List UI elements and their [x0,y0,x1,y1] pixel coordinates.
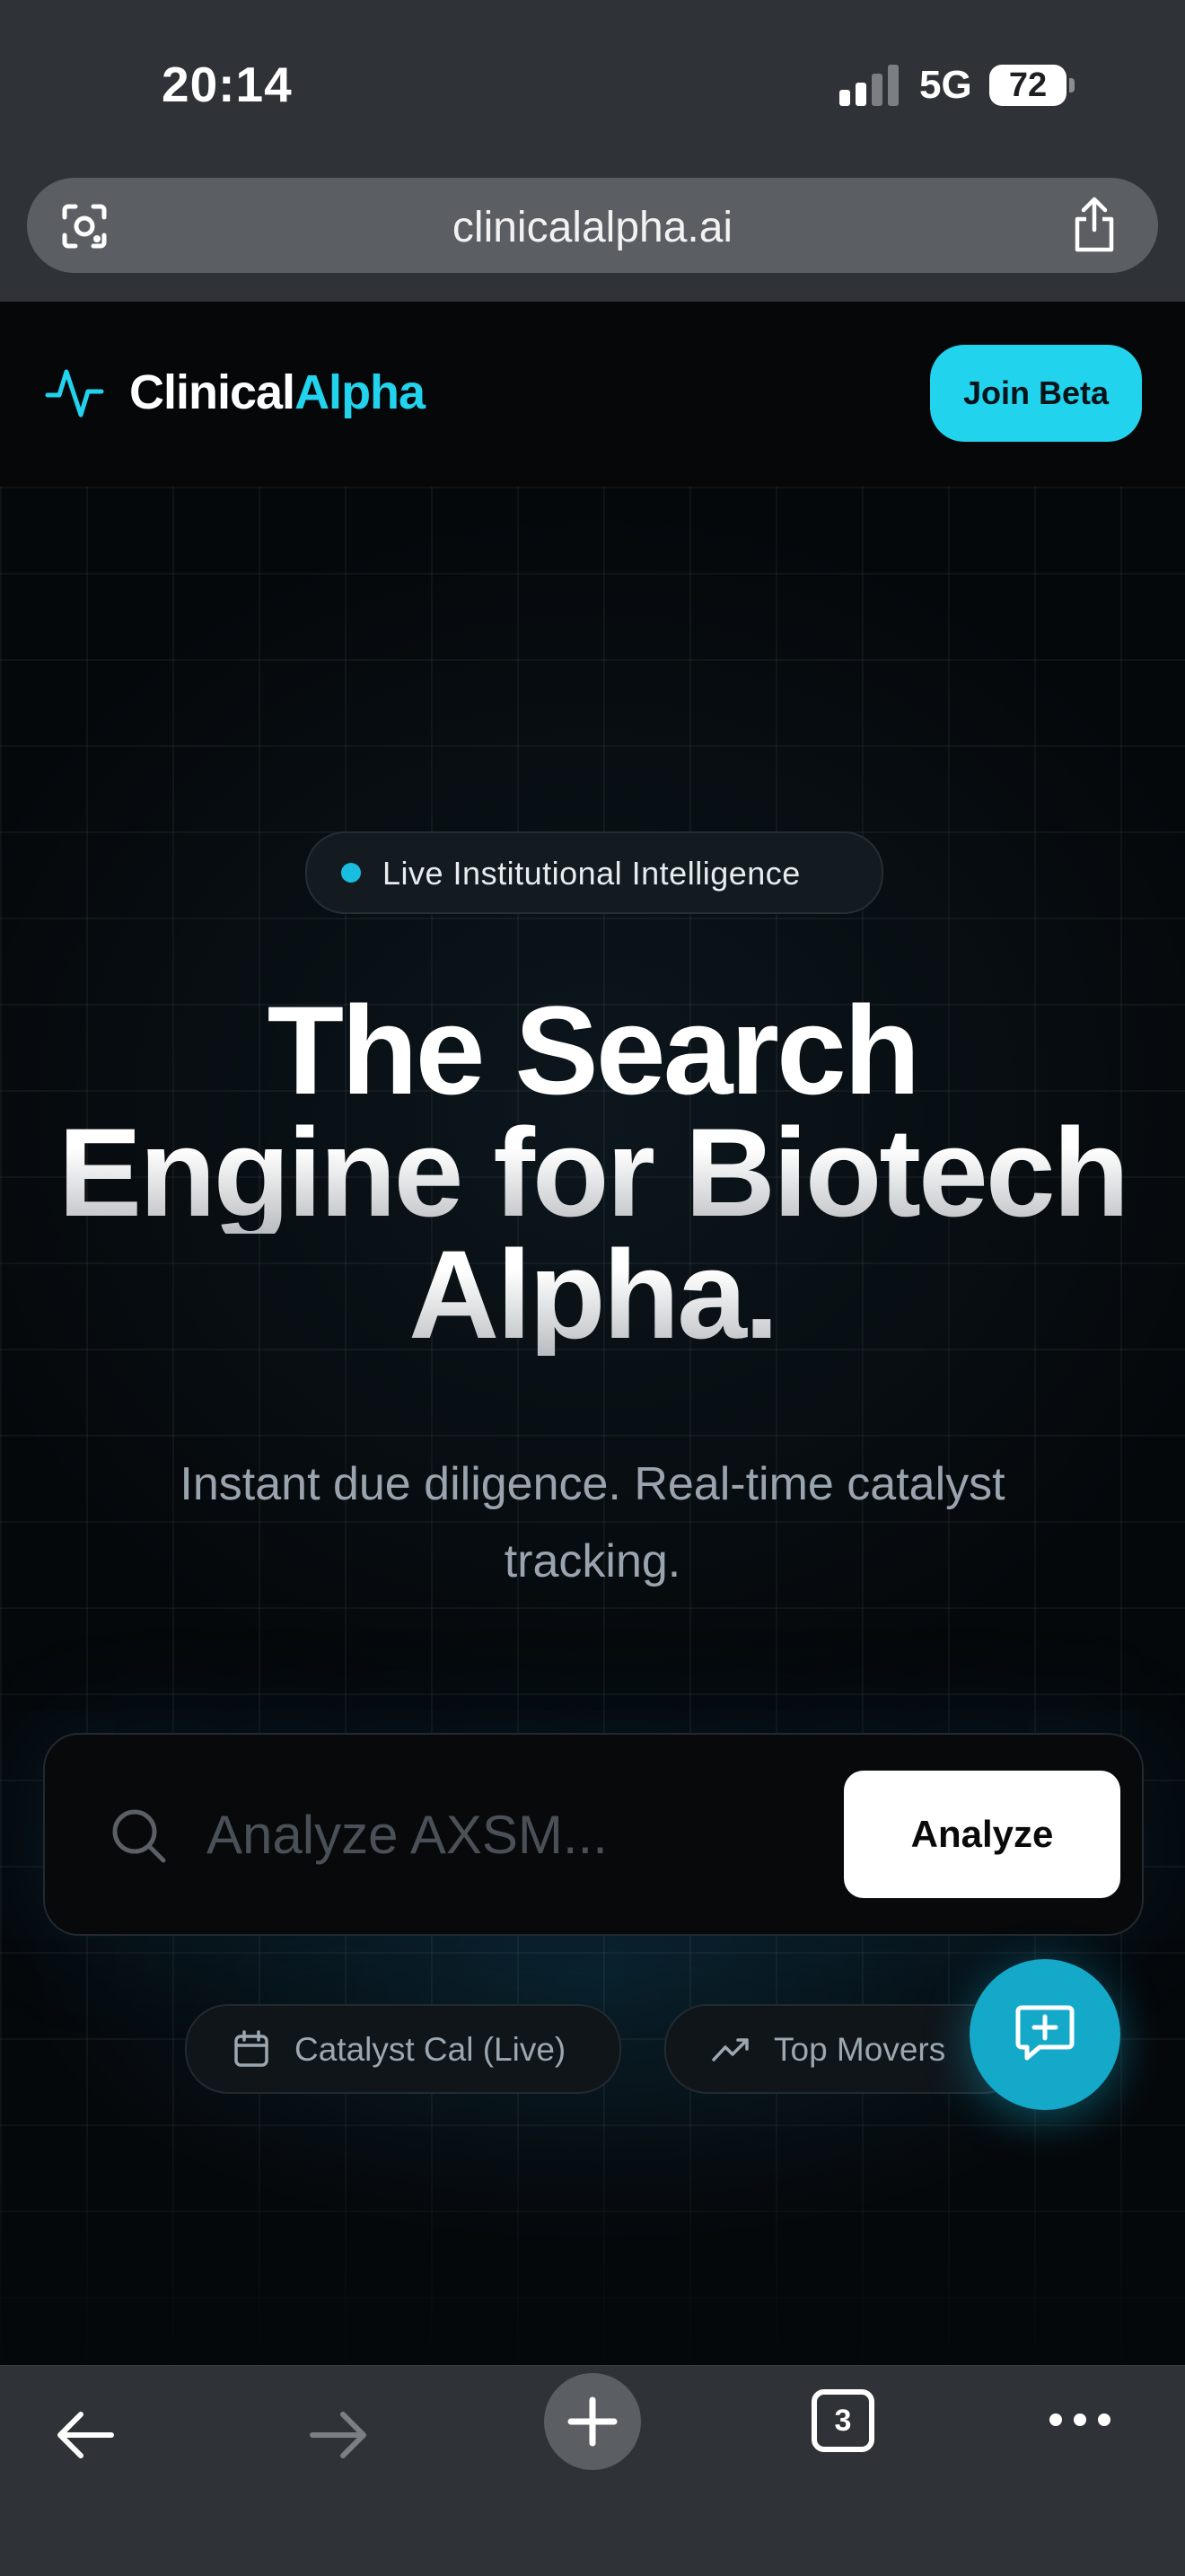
status-bar: 20:14 5G 72 [0,0,1185,171]
site-navbar: ClinicalAlpha Join Beta [0,302,1185,488]
web-page: ClinicalAlpha Join Beta Live Institution… [0,302,1185,2365]
back-arrow-icon[interactable] [52,2402,118,2468]
pulse-logo-icon [45,369,104,418]
calendar-icon [234,2030,268,2067]
catalyst-calendar-chip[interactable]: Catalyst Cal (Live) [185,2004,621,2094]
search-box: Analyze [43,1733,1144,1936]
analyze-button[interactable]: Analyze [844,1771,1120,1898]
headline-line-2: Engine for Biotech [0,1110,1185,1235]
hero-subtitle: Instant due diligence. Real-time catalys… [180,1458,1005,1587]
search-icon [112,1809,166,1863]
chat-fab-button[interactable] [970,1959,1120,2110]
address-bar[interactable]: clinicalalpha.ai [27,178,1158,273]
site-logo[interactable]: ClinicalAlpha [129,365,426,420]
live-badge-label: Live Institutional Intelligence [382,855,801,892]
cellular-signal-icon [839,65,900,106]
browser-toolbar: 3 [0,2365,1185,2576]
logo-text-clinical: Clinical [129,365,295,419]
url-text[interactable]: clinicalalpha.ai [27,203,1158,252]
headline-line-1: The Search [267,980,921,1121]
plus-icon [567,2396,618,2447]
more-options-icon[interactable] [1047,2393,1113,2447]
trending-up-icon [712,2038,749,2062]
chat-plus-icon [1015,2005,1075,2061]
hero-section: Live Institutional Intelligence The Sear… [0,487,1185,2365]
top-movers-label: Top Movers [774,2031,946,2068]
battery-icon: 72 [989,65,1075,106]
new-tab-button[interactable] [544,2373,641,2470]
network-type: 5G [919,63,972,107]
status-time: 20:14 [162,57,293,112]
tab-switcher-button[interactable]: 3 [812,2389,874,2452]
headline-line-3: Alpha. [0,1232,1185,1358]
catalyst-calendar-label: Catalyst Cal (Live) [294,2031,566,2068]
search-input[interactable] [205,1789,855,1880]
share-icon[interactable] [1070,196,1119,253]
join-beta-button[interactable]: Join Beta [930,345,1142,442]
forward-arrow-icon[interactable] [305,2402,372,2468]
hero-headline: The Search Engine for Biotech Alpha. [0,980,1185,1358]
live-badge: Live Institutional Intelligence [305,831,883,914]
live-dot-icon [341,863,361,883]
logo-text-alpha: Alpha [294,365,426,419]
